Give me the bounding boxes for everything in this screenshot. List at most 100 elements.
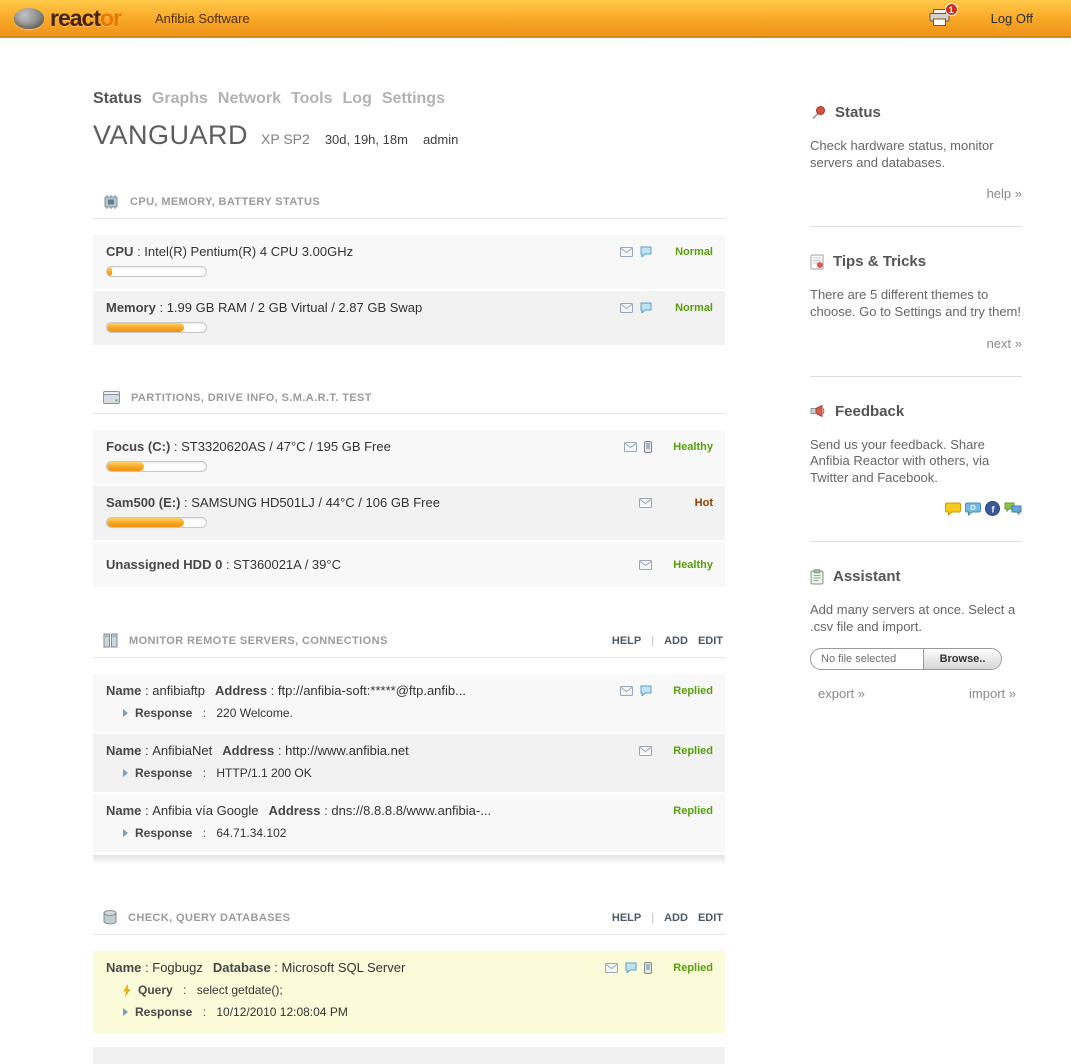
printer-icon[interactable]: 1 bbox=[929, 9, 951, 27]
widget-title: Status bbox=[835, 104, 881, 121]
tips-page-icon bbox=[810, 254, 824, 270]
log-off-link[interactable]: Log Off bbox=[991, 11, 1033, 26]
server-address: dns://8.8.8.8/www.anfibia-... bbox=[331, 803, 491, 818]
mail-alert-icon[interactable] bbox=[620, 303, 633, 313]
drive-label: Unassigned HDD 0 bbox=[106, 557, 222, 572]
next-row-partial bbox=[93, 1047, 725, 1064]
nav-tab-network[interactable]: Network bbox=[218, 90, 281, 108]
server-name: anfibiaftp bbox=[152, 683, 205, 698]
mail-alert-icon[interactable] bbox=[605, 963, 618, 973]
nav-tab-graphs[interactable]: Graphs bbox=[152, 90, 208, 108]
host-name: VANGUARD bbox=[93, 120, 248, 151]
add-link[interactable]: ADD bbox=[664, 912, 688, 924]
social-icons-row: f bbox=[810, 501, 1022, 516]
edit-link[interactable]: EDIT bbox=[698, 912, 723, 924]
file-selected-label: No file selected bbox=[811, 649, 923, 669]
mail-alert-icon[interactable] bbox=[624, 442, 637, 452]
address-label: Address bbox=[269, 803, 321, 818]
database-name: Fogbugz bbox=[152, 960, 203, 975]
drive-value: ST3320620AS / 47°C / 195 GB Free bbox=[181, 439, 391, 454]
server-response: HTTP/1.1 200 OK bbox=[216, 766, 311, 780]
response-label: Response bbox=[135, 706, 192, 720]
twitter-bubble-icon[interactable] bbox=[965, 502, 981, 516]
comment-yellow-icon[interactable] bbox=[945, 502, 961, 516]
database-type: Microsoft SQL Server bbox=[282, 960, 406, 975]
drive-label: Sam500 (E:) bbox=[106, 495, 180, 510]
section-header-metrics: CPU, MEMORY, BATTERY STATUS bbox=[93, 195, 725, 219]
name-label: Name bbox=[106, 803, 141, 818]
top-bar: reactor Anfibia Software 1 Log Off bbox=[0, 0, 1071, 38]
response-label: Response bbox=[135, 826, 192, 840]
next-tip-link[interactable]: next » bbox=[810, 336, 1022, 351]
reactor-logo[interactable]: reactor bbox=[14, 5, 121, 32]
name-label: Name bbox=[106, 960, 141, 975]
metric-value: Intel(R) Pentium(R) 4 CPU 3.00GHz bbox=[144, 244, 353, 259]
mail-alert-icon[interactable] bbox=[639, 746, 652, 756]
nav-tab-status[interactable]: Status bbox=[93, 90, 142, 108]
mobile-alert-icon[interactable] bbox=[644, 962, 652, 974]
lightning-icon bbox=[123, 985, 131, 996]
share-chat-icon[interactable] bbox=[1004, 502, 1022, 516]
notification-badge: 1 bbox=[945, 3, 958, 16]
response-arrow-icon bbox=[123, 709, 128, 717]
nav-tab-tools[interactable]: Tools bbox=[291, 90, 332, 108]
database-query: select getdate(); bbox=[197, 983, 283, 997]
drive-usage-bar-fill bbox=[107, 518, 184, 527]
metric-row-cpu: CPU : Intel(R) Pentium(R) 4 CPU 3.00GHz … bbox=[93, 235, 725, 289]
server-response: 64.71.34.102 bbox=[216, 826, 286, 840]
metric-label: CPU bbox=[106, 244, 133, 259]
help-link[interactable]: HELP bbox=[612, 912, 641, 924]
facebook-icon[interactable]: f bbox=[985, 501, 1000, 516]
mail-alert-icon[interactable] bbox=[620, 247, 633, 257]
response-label: Response bbox=[135, 1005, 192, 1019]
host-user: admin bbox=[423, 132, 458, 147]
response-arrow-icon bbox=[123, 1008, 128, 1016]
add-link[interactable]: ADD bbox=[664, 635, 688, 647]
memory-usage-bar-fill bbox=[107, 323, 184, 332]
mobile-alert-icon[interactable] bbox=[644, 441, 652, 453]
csv-file-input[interactable]: No file selected Browse.. bbox=[810, 648, 1002, 670]
comment-alert-icon[interactable] bbox=[640, 302, 652, 313]
cpu-chip-icon bbox=[103, 195, 119, 209]
help-link[interactable]: HELP bbox=[612, 635, 641, 647]
server-name: Anfibia vía Google bbox=[152, 803, 258, 818]
section-title: CHECK, QUERY DATABASES bbox=[128, 912, 290, 924]
widget-text: Add many servers at once. Select a .csv … bbox=[810, 602, 1022, 635]
megaphone-icon bbox=[810, 404, 826, 418]
comment-alert-icon[interactable] bbox=[640, 246, 652, 257]
status-badge: Replied bbox=[659, 745, 713, 757]
server-response: 220 Welcome. bbox=[216, 706, 292, 720]
server-name: AnfibiaNet bbox=[152, 743, 212, 758]
database-row-fogbugz: Name : Fogbugz Database : Microsoft SQL … bbox=[93, 951, 725, 1033]
widget-title: Tips & Tricks bbox=[833, 253, 926, 270]
name-label: Name bbox=[106, 743, 141, 758]
servers-icon bbox=[103, 633, 118, 648]
drive-label: Focus (C:) bbox=[106, 439, 170, 454]
nav-tab-settings[interactable]: Settings bbox=[382, 90, 445, 108]
help-more-link[interactable]: help » bbox=[810, 186, 1022, 201]
mail-alert-icon[interactable] bbox=[620, 686, 633, 696]
address-label: Address bbox=[222, 743, 274, 758]
section-header-servers: MONITOR REMOTE SERVERS, CONNECTIONS HELP… bbox=[93, 633, 725, 658]
main-nav: Status Graphs Network Tools Log Settings bbox=[93, 90, 725, 108]
status-badge: Normal bbox=[659, 302, 713, 314]
status-badge: Normal bbox=[659, 246, 713, 258]
section-header-drives: PARTITIONS, DRIVE INFO, S.M.A.R.T. TEST bbox=[93, 391, 725, 414]
browse-button[interactable]: Browse.. bbox=[923, 649, 1001, 669]
section-title: MONITOR REMOTE SERVERS, CONNECTIONS bbox=[129, 635, 388, 647]
response-arrow-icon bbox=[123, 829, 128, 837]
nav-tab-log[interactable]: Log bbox=[343, 90, 372, 108]
import-link[interactable]: import » bbox=[969, 686, 1016, 701]
comment-alert-icon[interactable] bbox=[640, 685, 652, 696]
edit-link[interactable]: EDIT bbox=[698, 635, 723, 647]
response-arrow-icon bbox=[123, 769, 128, 777]
status-badge: Healthy bbox=[659, 441, 713, 453]
export-link[interactable]: export » bbox=[818, 686, 865, 701]
widget-text: Send us your feedback. Share Anfibia Rea… bbox=[810, 437, 1022, 487]
comment-alert-icon[interactable] bbox=[625, 962, 637, 973]
brain-logo-icon bbox=[14, 8, 44, 29]
drive-value: SAMSUNG HD501LJ / 44°C / 106 GB Free bbox=[191, 495, 440, 510]
mail-alert-icon[interactable] bbox=[639, 498, 652, 508]
cpu-usage-bar-fill bbox=[107, 267, 112, 276]
mail-alert-icon[interactable] bbox=[639, 560, 652, 570]
